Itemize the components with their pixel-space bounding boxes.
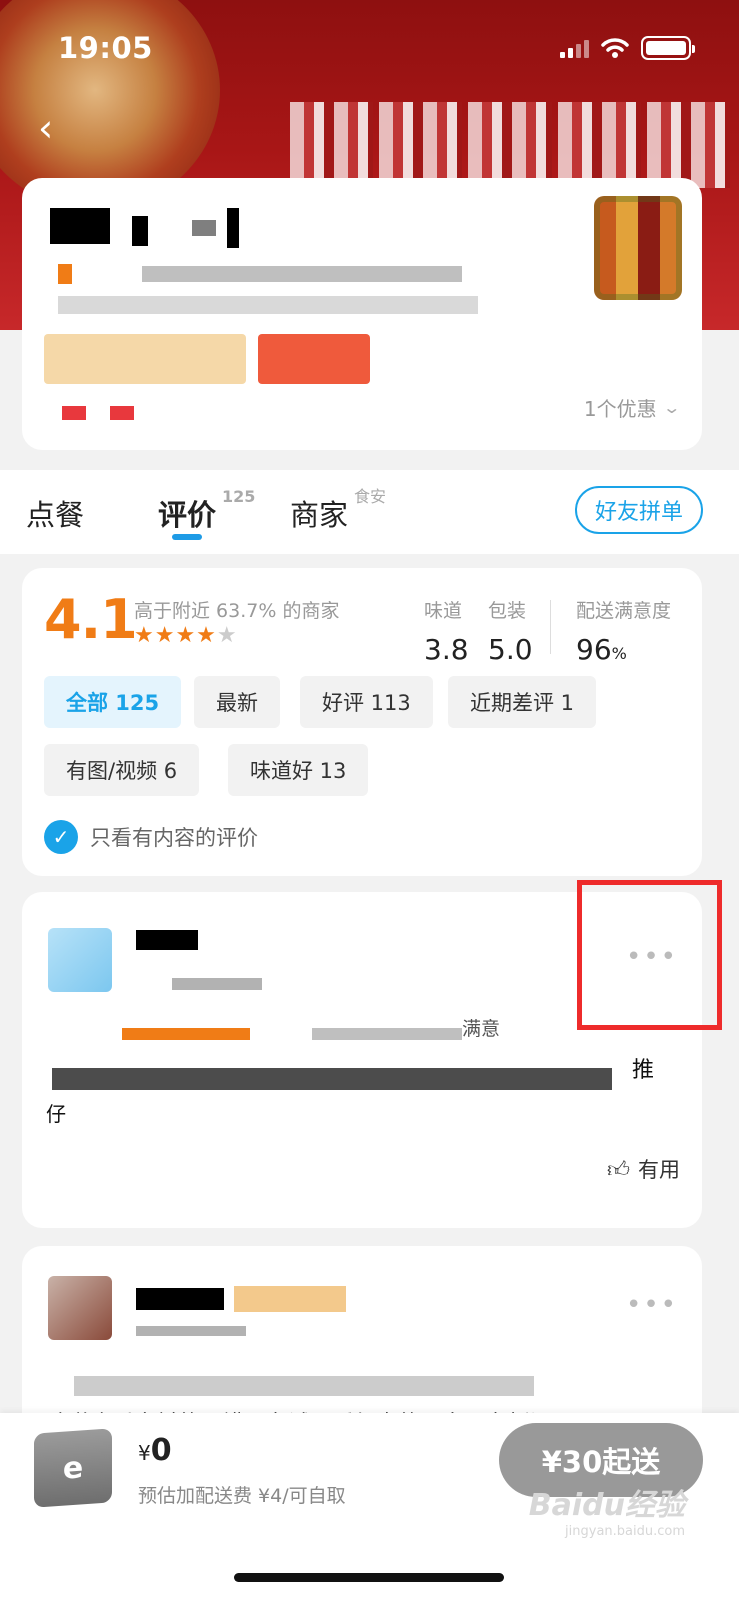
overall-score: 4.1 — [44, 588, 138, 651]
filter-tasty[interactable]: 味道好 13 — [228, 744, 369, 796]
review-text-fragment: 仔 — [46, 1102, 66, 1126]
promo-badge — [258, 334, 370, 384]
tab-merchant[interactable]: 商家食安 — [290, 487, 386, 534]
filter-with-media[interactable]: 有图/视频 6 — [44, 744, 200, 796]
status-bar: 19:05 — [0, 22, 739, 74]
wifi-icon — [601, 38, 629, 58]
chevron-down-icon: ⌄ — [661, 398, 681, 417]
thumbs-up-icon: 👍︎ — [607, 1157, 630, 1183]
tab-bar: 点餐 评价125 商家食安 好友拼单 — [0, 470, 739, 554]
clock: 19:05 — [58, 31, 153, 65]
helpful-button[interactable]: 👍︎ 有用 — [607, 1154, 680, 1184]
taste-metric: 味道 3.8 — [424, 600, 469, 666]
avatar — [48, 1276, 112, 1340]
username-mosaic — [136, 930, 198, 950]
active-tab-indicator — [172, 534, 202, 540]
filter-latest[interactable]: 最新 — [194, 676, 280, 728]
review-text-fragment: 推 — [632, 1058, 655, 1083]
discount-label: 1个优惠 — [583, 397, 657, 421]
tab-order[interactable]: 点餐 — [26, 492, 90, 534]
back-arrow-icon[interactable]: ‹ — [38, 108, 78, 148]
battery-icon — [641, 36, 695, 60]
delivery-satisfaction-metric: 配送满意度 96% — [576, 600, 672, 666]
filter-recent-negative[interactable]: 近期差评 1 — [448, 676, 597, 728]
home-indicator — [234, 1573, 504, 1582]
avatar — [48, 928, 112, 992]
shop-logo — [594, 196, 682, 300]
discount-dropdown[interactable]: 1个优惠 ⌄ — [583, 393, 681, 422]
promo-badge — [44, 334, 246, 384]
cart-icon[interactable]: e — [34, 1428, 112, 1508]
packaging-metric: 包装 5.0 — [488, 600, 533, 666]
cart-total: ¥0 — [138, 1433, 172, 1468]
more-options-icon[interactable]: ••• — [626, 1290, 678, 1320]
cellular-signal-icon — [560, 38, 589, 58]
shop-name-mosaic — [50, 208, 110, 244]
shop-info-card: 1个优惠 ⌄ — [22, 178, 702, 450]
filter-all[interactable]: 全部 125 — [44, 676, 182, 728]
username-mosaic — [136, 1288, 224, 1310]
only-content-toggle[interactable]: ✓ 只看有内容的评价 — [44, 820, 258, 854]
friend-group-order-button[interactable]: 好友拼单 — [575, 486, 703, 534]
highlight-annotation-box — [577, 880, 722, 1030]
star-rating: ★★★★★ — [134, 623, 238, 648]
check-icon: ✓ — [44, 820, 78, 854]
rating-summary-card: 4.1 高于附近 63.7% 的商家 ★★★★★ 味道 3.8 包装 5.0 配… — [22, 568, 702, 876]
delivery-fee-text: 预估加配送费 ¥4/可自取 — [138, 1485, 346, 1507]
tab-reviews[interactable]: 评价125 — [158, 487, 255, 534]
review-tag-text: 满意 — [462, 1018, 501, 1040]
comparison-text: 高于附近 63.7% 的商家 — [134, 600, 340, 622]
divider — [550, 600, 551, 654]
watermark: Baidu经验 jingyan.baidu.com — [528, 1488, 685, 1539]
filter-positive[interactable]: 好评 113 — [300, 676, 433, 728]
